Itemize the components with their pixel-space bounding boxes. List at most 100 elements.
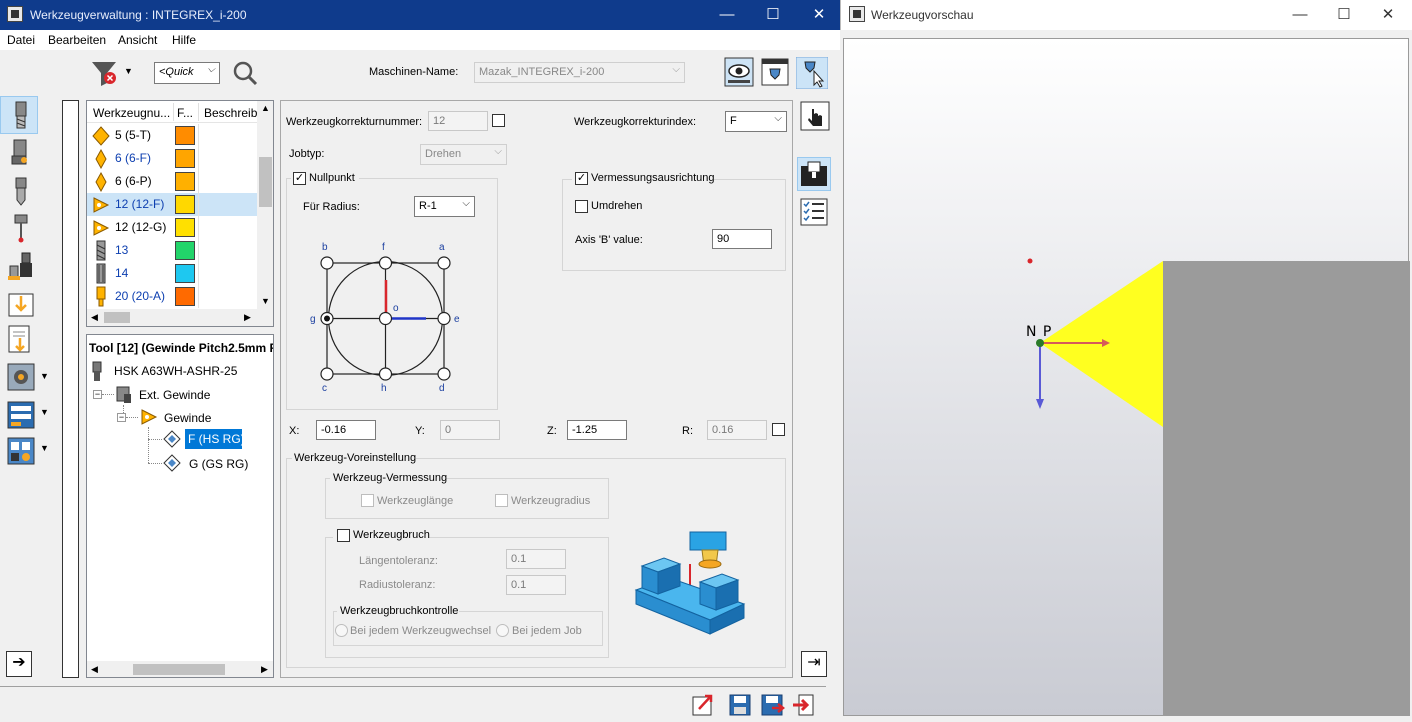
hscroll-thumb[interactable]: [104, 312, 130, 323]
origin-point-a[interactable]: [437, 256, 451, 270]
tree-collapse-icon[interactable]: −: [117, 413, 126, 422]
view-eye-button[interactable]: [724, 57, 754, 87]
umdrehen-checkbox[interactable]: [575, 200, 588, 213]
origin-point-h[interactable]: [378, 367, 393, 381]
bruch-checkbox[interactable]: [337, 529, 350, 542]
endmill-icon[interactable]: [4, 98, 38, 132]
import-icon[interactable]: [4, 288, 38, 322]
tree-item-selected[interactable]: F (HS RG): [185, 429, 245, 449]
korrekturnummer-checkbox[interactable]: [492, 114, 505, 127]
point-label-o: o: [393, 303, 399, 314]
tool-list-hscrollbar[interactable]: ◀ ▶: [87, 309, 257, 326]
preview-close-button[interactable]: ✕: [1365, 0, 1411, 30]
tree-gewinde[interactable]: Gewinde: [164, 411, 211, 425]
menu-bearbeiten[interactable]: Bearbeiten: [48, 33, 106, 47]
header-color[interactable]: F...: [177, 106, 193, 120]
list-item[interactable]: 20 (20-A): [87, 285, 257, 308]
preview-canvas[interactable]: N P: [843, 38, 1410, 716]
preview-np-label: N P: [1026, 324, 1053, 340]
list-item[interactable]: 14: [87, 262, 257, 285]
header-description[interactable]: Beschreib: [204, 106, 257, 120]
point-label-d: d: [439, 383, 445, 394]
origin-point-o[interactable]: [378, 311, 393, 326]
window-title: Werkzeugverwaltung : INTEGREX_i-200: [30, 8, 247, 22]
exit-icon[interactable]: [791, 693, 815, 717]
filter-dropdown-icon[interactable]: ▼: [124, 66, 133, 76]
expand-left-icon[interactable]: ➔: [6, 651, 32, 677]
z-input[interactable]: -1.25: [567, 420, 627, 440]
preview-minimize-button[interactable]: —: [1277, 0, 1323, 30]
measure-view-button[interactable]: [797, 157, 831, 191]
origin-point-c[interactable]: [320, 367, 334, 381]
r-checkbox[interactable]: [772, 423, 785, 436]
database-icon[interactable]: [4, 398, 38, 432]
library-dropdown-icon[interactable]: ▼: [40, 371, 49, 381]
z-label: Z:: [547, 425, 557, 437]
expand-right-icon[interactable]: ⇥: [801, 651, 827, 677]
origin-marker: [1036, 339, 1044, 347]
tree-collapse-icon[interactable]: −: [93, 390, 102, 399]
checklist-button[interactable]: [800, 198, 828, 226]
settings-dropdown-icon[interactable]: ▼: [40, 443, 49, 453]
origin-diagram[interactable]: b f a g o e c h d: [300, 236, 480, 396]
vermessung-subgroup-label: Werkzeug-Vermessung: [333, 472, 448, 484]
tree-item-g[interactable]: G (GS RG): [189, 457, 248, 471]
point-label-a: a: [439, 242, 445, 253]
touch-hand-button[interactable]: [800, 101, 830, 131]
save-as-icon[interactable]: [760, 693, 786, 717]
origin-point-b[interactable]: [320, 256, 334, 270]
point-label-e: e: [454, 314, 460, 325]
color-swatch: [175, 126, 195, 145]
origin-point-d[interactable]: [437, 367, 451, 381]
menu-ansicht[interactable]: Ansicht: [118, 33, 157, 47]
tree-ext-gewinde[interactable]: Ext. Gewinde: [139, 388, 210, 402]
x-input[interactable]: -0.16: [316, 420, 376, 440]
nullpunkt-checkbox[interactable]: ✓: [293, 172, 306, 185]
point-label-b: b: [322, 242, 328, 253]
selected-point-dot: [324, 315, 330, 322]
settings-list-icon[interactable]: [4, 434, 38, 468]
korrekturindex-combo[interactable]: F ⌵: [725, 111, 787, 132]
tool-window-button[interactable]: [760, 57, 790, 87]
holder-icon[interactable]: [4, 136, 38, 170]
origin-point-f[interactable]: [378, 256, 393, 270]
export-icon[interactable]: [4, 324, 38, 358]
preview-maximize-button[interactable]: ☐: [1321, 0, 1367, 30]
preview-app-icon: [849, 6, 865, 22]
list-item[interactable]: 5 (5-T): [87, 124, 257, 147]
search-icon[interactable]: [231, 59, 259, 87]
maximize-button[interactable]: ☐: [750, 0, 796, 30]
quick-search-combo[interactable]: <Quick ⌵: [154, 62, 220, 84]
filter-icon[interactable]: [90, 58, 120, 88]
header-number[interactable]: Werkzeugnu...: [93, 106, 170, 120]
vermessung-checkbox[interactable]: ✓: [575, 172, 588, 185]
tool-assembly-icon[interactable]: [4, 250, 38, 284]
tree-hscrollbar[interactable]: ◀ ▶: [87, 661, 273, 677]
axis-b-input[interactable]: 90: [712, 229, 772, 249]
list-item[interactable]: 6 (6-P): [87, 170, 257, 193]
close-button[interactable]: ✕: [796, 0, 842, 30]
hscroll-thumb[interactable]: [133, 664, 225, 675]
menu-datei[interactable]: Datei: [7, 33, 35, 47]
drill-icon[interactable]: [4, 174, 38, 208]
minimize-button[interactable]: —: [704, 0, 750, 30]
tool-select-button[interactable]: [795, 56, 829, 90]
reference-dot: [1027, 258, 1033, 264]
tree-holder[interactable]: HSK A63WH-ASHR-25: [114, 364, 237, 378]
menu-hilfe[interactable]: Hilfe: [172, 33, 196, 47]
x-label: X:: [289, 425, 300, 437]
fuer-radius-combo[interactable]: R-1 ⌵: [414, 196, 475, 217]
origin-point-e[interactable]: [437, 311, 451, 326]
open-external-icon[interactable]: [691, 693, 715, 717]
holder-tree-icon: [92, 361, 102, 381]
library-icon[interactable]: [4, 360, 38, 394]
tool-list-vscrollbar[interactable]: ▲ ▼: [257, 101, 273, 309]
list-item[interactable]: 6 (6-F): [87, 147, 257, 170]
list-item-selected[interactable]: 12 (12-F): [87, 193, 257, 216]
save-icon[interactable]: [728, 693, 752, 717]
list-item[interactable]: 12 (12-G): [87, 216, 257, 239]
database-dropdown-icon[interactable]: ▼: [40, 407, 49, 417]
vscroll-thumb[interactable]: [259, 157, 272, 207]
list-item[interactable]: 13: [87, 239, 257, 262]
probe-icon[interactable]: [4, 212, 38, 246]
